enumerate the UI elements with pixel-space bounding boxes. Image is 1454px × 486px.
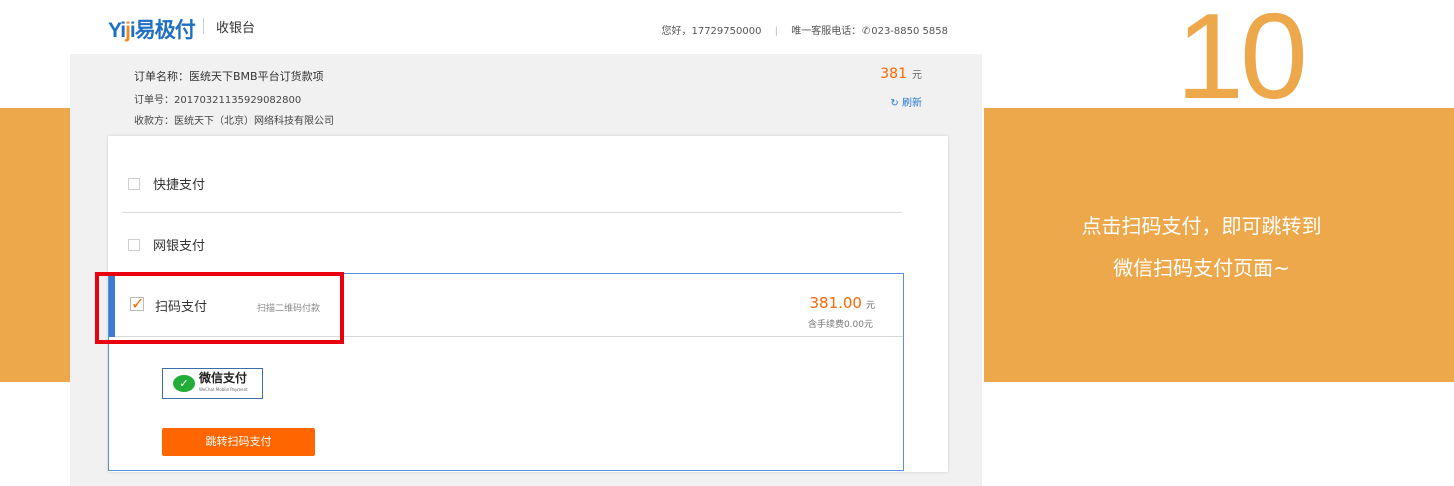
hotline-number: 023-8850 5858 <box>871 26 948 37</box>
user-info: 您好，17729750000 | 唯一客服电话：✆023-8850 5858 <box>661 22 948 37</box>
site-header: Yiji易极付 收银台 您好，17729750000 | 唯一客服电话：✆023… <box>70 0 982 54</box>
separator: | <box>774 26 779 37</box>
wechat-pay-option[interactable]: ✓ 微信支付 WeChat Mobile Payment <box>162 368 263 399</box>
refresh-button[interactable]: ↻ 刷新 <box>890 94 922 109</box>
order-name: 订单名称：医统天下BMB平台订货款项 <box>134 70 324 83</box>
quick-pay-checkbox[interactable] <box>128 177 140 190</box>
order-number: 订单号：2017032113592908280​0 <box>134 95 302 106</box>
highlight-box <box>95 272 344 344</box>
yiji-logo[interactable]: Yiji易极付 <box>108 14 196 44</box>
logo-cn: 易极付 <box>134 19 196 42</box>
callout-line-1: 点击扫码支付，即可跳转到 <box>1081 214 1322 238</box>
greeting: 您好，17729750000 <box>661 26 762 37</box>
phone-icon: ✆ <box>862 26 871 37</box>
callout-line-2: 微信扫码支付页面~ <box>1113 256 1290 280</box>
logo-main: Yiji <box>108 19 136 42</box>
order-amount: 381 元 <box>880 66 922 82</box>
qr-pay-amount-value: 381.00 <box>809 294 862 312</box>
online-banking-label: 网银支付 <box>153 239 206 254</box>
quick-pay-label: 快捷支付 <box>153 178 206 193</box>
tutorial-slide: 10 点击扫码支付，即可跳转到 微信扫码支付页面~ Yiji易极付 收银台 您好… <box>0 0 1454 486</box>
online-banking-checkbox[interactable] <box>128 238 140 251</box>
jump-qr-pay-button[interactable]: 跳转扫码支付 <box>162 428 315 456</box>
wechat-pay-label: 微信支付 WeChat Mobile Payment <box>199 372 248 396</box>
order-payee: 收款方：医统天下（北京）网络科技有限公司 <box>134 116 334 127</box>
callout-text: 点击扫码支付，即可跳转到 微信扫码支付页面~ <box>984 205 1419 289</box>
step-number: 10 <box>1176 0 1308 124</box>
refresh-label: 刷新 <box>902 98 922 109</box>
order-amount-value: 381 <box>880 66 907 82</box>
cashier-title: 收银台 <box>216 21 256 36</box>
wechat-pay-subtext: WeChat Mobile Payment <box>199 386 248 392</box>
refresh-icon: ↻ <box>890 98 899 109</box>
qr-pay-amount-unit: 元 <box>865 301 875 311</box>
divider <box>122 212 902 213</box>
orange-band-left <box>0 108 70 382</box>
qr-pay-amount: 381.00 元 <box>809 294 875 312</box>
header-divider <box>203 18 204 34</box>
order-amount-unit: 元 <box>912 70 922 81</box>
qr-pay-fee: 含手续费0.00元 <box>807 320 873 330</box>
hotline-label: 唯一客服电话： <box>791 26 862 37</box>
wechat-pay-text: 微信支付 <box>199 370 248 385</box>
method-quick-pay[interactable]: 快捷支付 <box>128 174 205 193</box>
method-online-banking[interactable]: 网银支付 <box>128 235 205 254</box>
wechat-icon: ✓ <box>173 375 195 392</box>
